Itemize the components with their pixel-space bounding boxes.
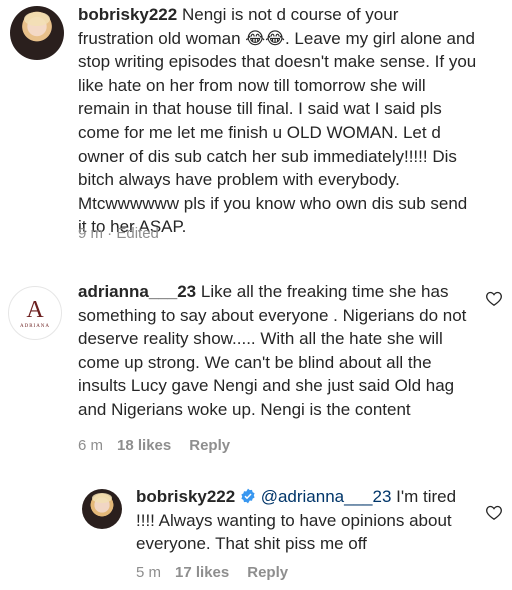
avatar-brand: ADRIANA: [19, 324, 51, 329]
likes-count[interactable]: 17 likes: [175, 564, 229, 581]
mention-link[interactable]: @adrianna___23: [261, 487, 392, 506]
username-link[interactable]: bobrisky222: [136, 487, 235, 506]
comment-text: Like all the freaking time she has somet…: [78, 282, 467, 419]
timestamp: 6 m: [78, 437, 104, 454]
comment-meta: 9 m · Edited: [78, 225, 159, 242]
comment-body: bobrisky222 @adrianna___23 I'm tired !!!…: [136, 485, 476, 556]
reply-button[interactable]: Reply: [189, 437, 230, 454]
username-link[interactable]: adrianna___23: [78, 282, 196, 301]
timestamp: 9 m: [78, 225, 104, 242]
heart-outline-icon[interactable]: [486, 505, 502, 520]
reply-button[interactable]: Reply: [247, 564, 288, 581]
comment-meta: 5 m 17 likes Reply: [136, 564, 288, 581]
avatar-adrianna[interactable]: A ADRIANA: [8, 286, 62, 340]
edited-label: Edited: [116, 225, 159, 242]
comment-meta: 6 m 18 likes Reply: [78, 437, 230, 454]
timestamp: 5 m: [136, 564, 162, 581]
heart-outline-icon[interactable]: [486, 291, 502, 306]
verified-badge-icon: [241, 488, 255, 504]
comment-body: adrianna___23 Like all the freaking time…: [78, 280, 474, 422]
comment-body: bobrisky222 Nengi is not d course of you…: [78, 3, 478, 239]
username-link[interactable]: bobrisky222: [78, 5, 177, 24]
avatar-bobrisky222[interactable]: [10, 6, 64, 60]
avatar-bobrisky222[interactable]: [82, 489, 122, 529]
comment-text: Nengi is not d course of your frustratio…: [78, 5, 477, 237]
likes-count[interactable]: 18 likes: [117, 437, 171, 454]
avatar-monogram: A: [26, 297, 44, 323]
